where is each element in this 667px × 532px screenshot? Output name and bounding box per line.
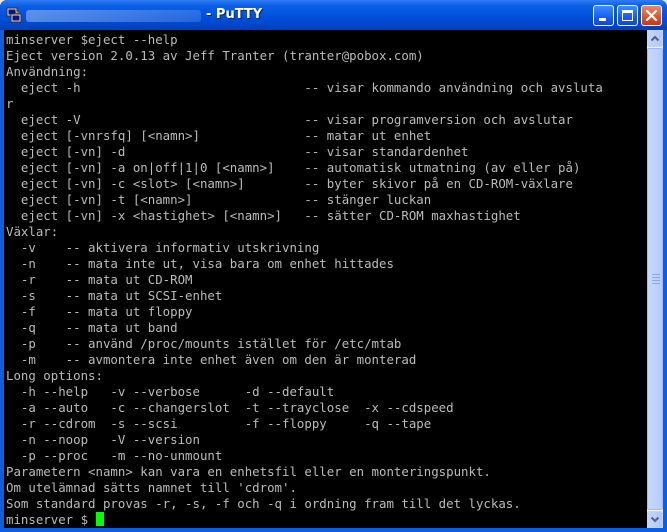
thumb-grip (652, 277, 660, 278)
terminal-line: eject [-vn] -c <slot> [<namn>] -- byter … (6, 176, 573, 191)
terminal-line: Som standard provas -r, -s, -f och -q i … (6, 496, 521, 511)
scroll-down-button[interactable] (647, 511, 663, 528)
terminal-line: Parametern <namn> kan vara en enhetsfil … (6, 464, 491, 479)
close-button[interactable] (641, 5, 662, 26)
maximize-icon (622, 10, 633, 21)
terminal-line: -s -- mata ut SCSI-enhet (6, 288, 223, 303)
scroll-thumb[interactable] (647, 48, 663, 510)
title-host-redacted (26, 10, 201, 22)
terminal-line: minserver $eject --help (6, 32, 178, 47)
putty-window: - PuTTY minserver $eject --help Eject ve… (0, 0, 667, 532)
text-cursor (95, 512, 104, 526)
terminal-line: -h --help -v --verbose -d --default (6, 384, 335, 399)
putty-icon[interactable] (6, 7, 22, 23)
minimize-icon (599, 18, 606, 21)
thumb-grip (652, 283, 660, 284)
terminal-line: eject [-vn] -x <hastighet> [<namn>] -- s… (6, 208, 521, 223)
terminal-line: -r -- mata ut CD-ROM (6, 272, 193, 287)
terminal-line: eject [-vn] -a on|off|1|0 [<namn>] -- au… (6, 160, 581, 175)
terminal-line: -q -- mata ut band (6, 320, 178, 335)
terminal-line: eject -h -- visar kommando användning oc… (6, 80, 603, 95)
terminal-line: -v -- aktivera informativ utskrivning (6, 240, 320, 255)
terminal-line: -f -- mata ut floppy (6, 304, 193, 319)
scroll-up-button[interactable] (647, 30, 663, 47)
terminal-line: Om utelämnad sätts namnet till 'cdrom'. (6, 480, 297, 495)
thumb-grip (652, 274, 660, 275)
terminal-line: -m -- avmontera inte enhet även om den ä… (6, 352, 417, 367)
terminal-line: -p -- använd /proc/mounts istället för /… (6, 336, 402, 351)
title-bar[interactable]: - PuTTY (0, 0, 667, 30)
terminal-line: r (6, 96, 14, 111)
terminal-line: eject -V -- visar programversion och avs… (6, 112, 573, 127)
terminal-line: Användning: (6, 64, 89, 79)
terminal-line: -n -- mata inte ut, visa bara om enhet h… (6, 256, 394, 271)
thumb-grip (652, 280, 660, 281)
terminal-output: minserver $eject --help Eject version 2.… (6, 32, 603, 528)
terminal-area[interactable]: minserver $eject --help Eject version 2.… (4, 30, 647, 528)
terminal-line: Long options: (6, 368, 103, 383)
prompt-line[interactable]: minserver $ (6, 512, 603, 528)
window-border-bottom (0, 528, 667, 532)
terminal-line: -a --auto -c --changerslot -t --trayclos… (6, 400, 454, 415)
terminal-line: Eject version 2.0.13 av Jeff Tranter (tr… (6, 48, 424, 63)
terminal-line: eject [-vn] -t [<namn>] -- stänger lucka… (6, 192, 432, 207)
maximize-button[interactable] (617, 5, 638, 26)
close-icon (645, 9, 658, 22)
minimize-button[interactable] (593, 5, 614, 26)
vertical-scrollbar[interactable] (647, 30, 663, 528)
terminal-line: eject [-vnrsfq] [<namn>] -- matar ut enh… (6, 128, 432, 143)
terminal-line: eject [-vn] -d -- visar standardenhet (6, 144, 469, 159)
terminal-line: -r --cdrom -s --scsi -f --floppy -q --ta… (6, 416, 432, 431)
arrow-up-icon (650, 35, 660, 42)
window-border-right (663, 30, 667, 532)
shell-prompt: minserver $ (6, 512, 89, 527)
window-title: - PuTTY (206, 7, 263, 22)
terminal-line: -n --noop -V --version (6, 432, 200, 447)
terminal-line: -p --proc -m --no-unmount (6, 448, 223, 463)
arrow-down-icon (650, 516, 660, 523)
terminal-line: Växlar: (6, 224, 59, 239)
